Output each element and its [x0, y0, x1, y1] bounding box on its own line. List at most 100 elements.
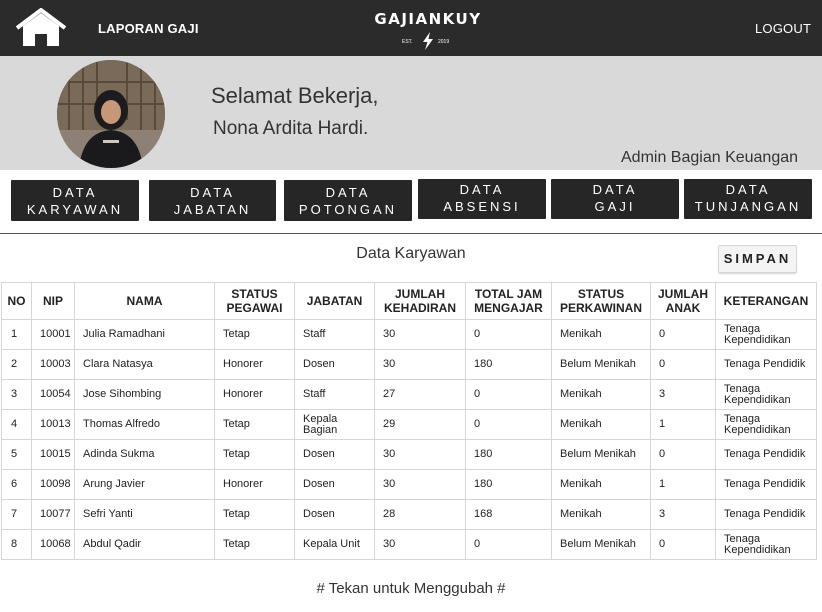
- cell-perkawinan[interactable]: Belum Menikah: [551, 529, 651, 560]
- cell-nama[interactable]: Thomas Alfredo: [74, 409, 215, 440]
- cell-nip[interactable]: 10077: [31, 499, 75, 530]
- home-icon[interactable]: [14, 7, 68, 50]
- cell-anak[interactable]: 0: [650, 439, 716, 470]
- table-row[interactable]: 8 10068 Abdul Qadir Tetap Kepala Unit 30…: [1, 529, 817, 560]
- cell-keterangan[interactable]: Tenaga Kependidikan: [715, 319, 817, 350]
- cell-nama[interactable]: Julia Ramadhani: [74, 319, 215, 350]
- cell-perkawinan[interactable]: Belum Menikah: [551, 349, 651, 380]
- cell-jabatan[interactable]: Kepala Bagian: [294, 409, 375, 440]
- cell-no[interactable]: 1: [1, 319, 32, 350]
- cell-jabatan[interactable]: Dosen: [294, 349, 375, 380]
- cell-kehadiran[interactable]: 30: [374, 469, 466, 500]
- laporan-gaji-link[interactable]: LAPORAN GAJI: [98, 21, 199, 36]
- table-row[interactable]: 7 10077 Sefri Yanti Tetap Dosen 28 168 M…: [1, 499, 817, 530]
- cell-jabatan[interactable]: Staff: [294, 379, 375, 410]
- cell-status-pegawai[interactable]: Honorer: [214, 379, 295, 410]
- column-header[interactable]: JABATAN: [294, 282, 375, 320]
- cell-status-pegawai[interactable]: Tetap: [214, 499, 295, 530]
- cell-perkawinan[interactable]: Menikah: [551, 409, 651, 440]
- table-row[interactable]: 4 10013 Thomas Alfredo Tetap Kepala Bagi…: [1, 409, 817, 440]
- cell-nip[interactable]: 10098: [31, 469, 75, 500]
- column-header[interactable]: NIP: [31, 282, 75, 320]
- cell-keterangan[interactable]: Tenaga Pendidik: [715, 349, 817, 380]
- menu-data-karyawan-button[interactable]: DATA KARYAWAN: [11, 180, 139, 221]
- cell-nama[interactable]: Arung Javier: [74, 469, 215, 500]
- table-row[interactable]: 1 10001 Julia Ramadhani Tetap Staff 30 0…: [1, 319, 817, 350]
- cell-nama[interactable]: Clara Natasya: [74, 349, 215, 380]
- menu-data-absensi-button[interactable]: DATA ABSENSI: [418, 179, 546, 219]
- menu-data-jabatan-button[interactable]: DATA JABATAN: [149, 180, 276, 221]
- cell-keterangan[interactable]: Tenaga Kependidikan: [715, 529, 817, 560]
- cell-jabatan[interactable]: Dosen: [294, 439, 375, 470]
- cell-jam-mengajar[interactable]: 0: [465, 319, 552, 350]
- table-row[interactable]: 5 10015 Adinda Sukma Tetap Dosen 30 180 …: [1, 439, 817, 470]
- cell-no[interactable]: 3: [1, 379, 32, 410]
- menu-data-tunjangan-button[interactable]: DATA TUNJANGAN: [684, 179, 812, 219]
- cell-anak[interactable]: 0: [650, 349, 716, 380]
- cell-jabatan[interactable]: Dosen: [294, 469, 375, 500]
- cell-keterangan[interactable]: Tenaga Kependidikan: [715, 379, 817, 410]
- cell-keterangan[interactable]: Tenaga Kependidikan: [715, 409, 817, 440]
- cell-keterangan[interactable]: Tenaga Pendidik: [715, 469, 817, 500]
- cell-jam-mengajar[interactable]: 168: [465, 499, 552, 530]
- cell-jam-mengajar[interactable]: 180: [465, 439, 552, 470]
- cell-status-pegawai[interactable]: Honorer: [214, 349, 295, 380]
- cell-no[interactable]: 5: [1, 439, 32, 470]
- cell-perkawinan[interactable]: Belum Menikah: [551, 439, 651, 470]
- cell-nip[interactable]: 10068: [31, 529, 75, 560]
- cell-status-pegawai[interactable]: Tetap: [214, 409, 295, 440]
- column-header[interactable]: JUMLAH ANAK: [650, 282, 716, 320]
- cell-anak[interactable]: 1: [650, 409, 716, 440]
- cell-kehadiran[interactable]: 30: [374, 529, 466, 560]
- cell-no[interactable]: 8: [1, 529, 32, 560]
- cell-perkawinan[interactable]: Menikah: [551, 469, 651, 500]
- cell-keterangan[interactable]: Tenaga Pendidik: [715, 499, 817, 530]
- column-header[interactable]: TOTAL JAM MENGAJAR: [465, 282, 552, 320]
- column-header[interactable]: STATUS PERKAWINAN: [551, 282, 651, 320]
- cell-no[interactable]: 7: [1, 499, 32, 530]
- table-row[interactable]: 2 10003 Clara Natasya Honorer Dosen 30 1…: [1, 349, 817, 380]
- cell-status-pegawai[interactable]: Tetap: [214, 439, 295, 470]
- cell-status-pegawai[interactable]: Honorer: [214, 469, 295, 500]
- cell-status-pegawai[interactable]: Tetap: [214, 319, 295, 350]
- column-header[interactable]: JUMLAH KEHADIRAN: [374, 282, 466, 320]
- column-header[interactable]: KETERANGAN: [715, 282, 817, 320]
- cell-perkawinan[interactable]: Menikah: [551, 379, 651, 410]
- column-header[interactable]: STATUS PEGAWAI: [214, 282, 295, 320]
- cell-anak[interactable]: 3: [650, 379, 716, 410]
- cell-jam-mengajar[interactable]: 0: [465, 379, 552, 410]
- menu-data-gaji-button[interactable]: DATA GAJI: [551, 179, 679, 219]
- logout-link[interactable]: LOGOUT: [755, 21, 811, 36]
- save-button[interactable]: SIMPAN: [718, 245, 797, 273]
- table-row[interactable]: 3 10054 Jose Sihombing Honorer Staff 27 …: [1, 379, 817, 410]
- cell-no[interactable]: 4: [1, 409, 32, 440]
- cell-jabatan[interactable]: Kepala Unit: [294, 529, 375, 560]
- cell-jam-mengajar[interactable]: 180: [465, 469, 552, 500]
- cell-nip[interactable]: 10001: [31, 319, 75, 350]
- column-header[interactable]: NO: [1, 282, 32, 320]
- cell-status-pegawai[interactable]: Tetap: [214, 529, 295, 560]
- cell-jabatan[interactable]: Staff: [294, 319, 375, 350]
- cell-nip[interactable]: 10013: [31, 409, 75, 440]
- cell-no[interactable]: 6: [1, 469, 32, 500]
- cell-kehadiran[interactable]: 28: [374, 499, 466, 530]
- cell-jabatan[interactable]: Dosen: [294, 499, 375, 530]
- menu-data-potongan-button[interactable]: DATA POTONGAN: [284, 180, 412, 221]
- cell-kehadiran[interactable]: 27: [374, 379, 466, 410]
- cell-jam-mengajar[interactable]: 0: [465, 529, 552, 560]
- cell-perkawinan[interactable]: Menikah: [551, 319, 651, 350]
- table-row[interactable]: 6 10098 Arung Javier Honorer Dosen 30 18…: [1, 469, 817, 500]
- cell-anak[interactable]: 1: [650, 469, 716, 500]
- cell-jam-mengajar[interactable]: 0: [465, 409, 552, 440]
- column-header[interactable]: NAMA: [74, 282, 215, 320]
- cell-anak[interactable]: 0: [650, 319, 716, 350]
- cell-no[interactable]: 2: [1, 349, 32, 380]
- cell-perkawinan[interactable]: Menikah: [551, 499, 651, 530]
- cell-keterangan[interactable]: Tenaga Pendidik: [715, 439, 817, 470]
- cell-jam-mengajar[interactable]: 180: [465, 349, 552, 380]
- cell-nip[interactable]: 10054: [31, 379, 75, 410]
- cell-kehadiran[interactable]: 30: [374, 349, 466, 380]
- cell-nama[interactable]: Jose Sihombing: [74, 379, 215, 410]
- cell-anak[interactable]: 0: [650, 529, 716, 560]
- cell-nip[interactable]: 10003: [31, 349, 75, 380]
